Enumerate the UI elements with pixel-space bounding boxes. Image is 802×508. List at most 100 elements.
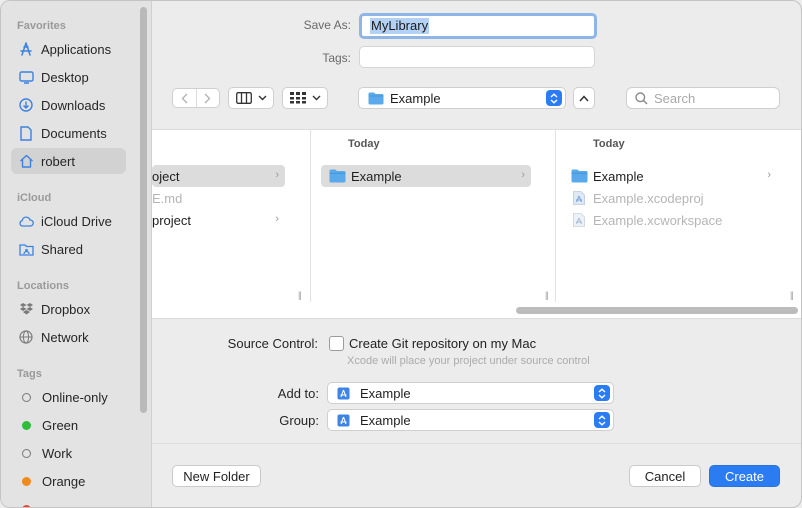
save-as-label: Save As: <box>303 18 351 32</box>
list-item[interactable]: Example.xcodeproj <box>564 187 777 209</box>
network-icon <box>18 329 34 345</box>
parent-folder-button[interactable] <box>573 87 595 109</box>
column-divider <box>555 130 556 302</box>
save-as-value: MyLibrary <box>370 18 430 34</box>
list-item[interactable]: oject › <box>152 165 285 187</box>
column-resize-handle[interactable]: || <box>790 290 794 300</box>
folder-icon <box>571 169 588 183</box>
sidebar-header-icloud: iCloud <box>17 192 52 204</box>
sidebar-item-label: Applications <box>41 41 112 57</box>
sidebar-header-locations: Locations <box>17 280 69 292</box>
list-item[interactable]: project › <box>152 209 285 231</box>
sidebar-item-label: Shared <box>41 241 83 257</box>
sidebar-header-favorites: Favorites <box>17 20 66 32</box>
chevron-right-icon <box>204 93 211 103</box>
chevron-down-icon <box>312 95 320 101</box>
tag-dot-icon <box>22 504 31 507</box>
chevron-left-icon <box>181 93 188 103</box>
save-as-input[interactable]: MyLibrary <box>359 13 597 39</box>
downloads-icon <box>18 97 34 113</box>
group-value: Example <box>360 412 411 428</box>
search-input[interactable] <box>652 89 766 107</box>
group-by-button[interactable] <box>282 87 328 109</box>
view-mode-button[interactable] <box>228 87 274 109</box>
sidebar-header-tags: Tags <box>17 368 42 380</box>
dropbox-icon <box>18 301 34 317</box>
desktop-icon <box>18 69 34 85</box>
sidebar-item-label: Work <box>42 445 73 461</box>
chevron-down-icon <box>258 95 266 101</box>
popup-stepper-icon <box>546 90 562 106</box>
xcodeproj-icon <box>573 191 585 205</box>
sidebar-tag-orange[interactable]: Orange <box>11 468 126 494</box>
sidebar-tag-partial[interactable] <box>11 496 126 507</box>
column-header: Today <box>593 138 625 150</box>
sidebar-item-label: Network <box>41 329 89 345</box>
tag-dot-icon <box>22 420 31 430</box>
sidebar-tag-online-only[interactable]: Online-only <box>11 384 126 410</box>
list-item[interactable]: Example.xcworkspace <box>564 209 777 231</box>
xcode-project-icon <box>337 387 350 399</box>
sidebar-item-dropbox[interactable]: Dropbox <box>11 296 126 322</box>
tags-input[interactable] <box>359 46 595 68</box>
add-to-label: Add to: <box>277 386 319 401</box>
tags-label: Tags: <box>322 51 351 65</box>
search-icon <box>635 91 648 105</box>
chevron-right-icon: › <box>767 169 771 181</box>
sidebar-item-label: Documents <box>41 125 107 141</box>
sidebar-item-applications[interactable]: Applications <box>11 36 126 62</box>
list-item[interactable]: E.md <box>152 187 285 209</box>
sidebar-item-label: iCloud Drive <box>41 213 112 229</box>
git-checkbox-label: Create Git repository on my Mac <box>349 336 537 351</box>
sidebar-item-label: Desktop <box>41 69 89 85</box>
list-item[interactable]: Example › <box>321 165 531 187</box>
forward-button[interactable] <box>197 89 220 107</box>
sidebar-item-robert[interactable]: robert <box>11 148 126 174</box>
sidebar-item-network[interactable]: Network <box>11 324 126 350</box>
column-resize-handle[interactable]: || <box>298 290 302 300</box>
group-popup[interactable]: Example <box>327 409 614 431</box>
create-button[interactable]: Create <box>709 465 780 487</box>
chevron-right-icon: › <box>275 213 279 225</box>
sidebar-tag-work[interactable]: Work <box>11 440 126 466</box>
applications-icon <box>18 41 34 57</box>
chevron-up-icon <box>579 94 589 101</box>
location-popup[interactable]: Example <box>358 87 566 109</box>
xcode-project-icon <box>337 414 350 426</box>
sidebar-item-downloads[interactable]: Downloads <box>11 92 126 118</box>
tag-dot-icon <box>22 476 31 486</box>
horizontal-scrollbar[interactable] <box>516 307 798 314</box>
sidebar-item-label: Orange <box>42 473 86 489</box>
cloud-icon <box>18 213 34 229</box>
sidebar-tag-green[interactable]: Green <box>11 412 126 438</box>
folder-icon <box>368 92 384 104</box>
tag-ring-icon <box>22 448 31 458</box>
chevron-right-icon: › <box>275 169 279 181</box>
home-icon <box>18 153 34 169</box>
tag-ring-icon <box>22 392 31 402</box>
sidebar-item-label: robert <box>41 153 75 169</box>
add-to-popup[interactable]: Example <box>327 382 614 404</box>
new-folder-button[interactable]: New Folder <box>172 465 261 487</box>
sidebar-item-icloud-drive[interactable]: iCloud Drive <box>11 208 126 234</box>
cancel-button[interactable]: Cancel <box>629 465 701 487</box>
git-checkbox[interactable] <box>329 336 344 351</box>
column-resize-handle[interactable]: || <box>545 290 549 300</box>
sidebar-item-documents[interactable]: Documents <box>11 120 126 146</box>
add-to-value: Example <box>360 385 411 401</box>
location-popup-label: Example <box>390 90 441 106</box>
popup-stepper-icon <box>594 412 610 428</box>
sidebar-item-shared[interactable]: Shared <box>11 236 126 262</box>
folder-icon <box>329 169 346 183</box>
sidebar-scrollbar[interactable] <box>140 7 147 413</box>
search-field[interactable] <box>626 87 780 109</box>
back-forward-control <box>172 88 220 108</box>
sidebar-item-desktop[interactable]: Desktop <box>11 64 126 90</box>
popup-stepper-icon <box>594 385 610 401</box>
sidebar-item-label: Dropbox <box>41 301 91 317</box>
list-item[interactable]: Example › <box>564 165 777 187</box>
group-label: Group: <box>279 413 319 428</box>
back-button[interactable] <box>173 89 197 107</box>
git-hint: Xcode will place your project under sour… <box>347 355 590 367</box>
sidebar-item-label: Online-only <box>42 389 108 405</box>
